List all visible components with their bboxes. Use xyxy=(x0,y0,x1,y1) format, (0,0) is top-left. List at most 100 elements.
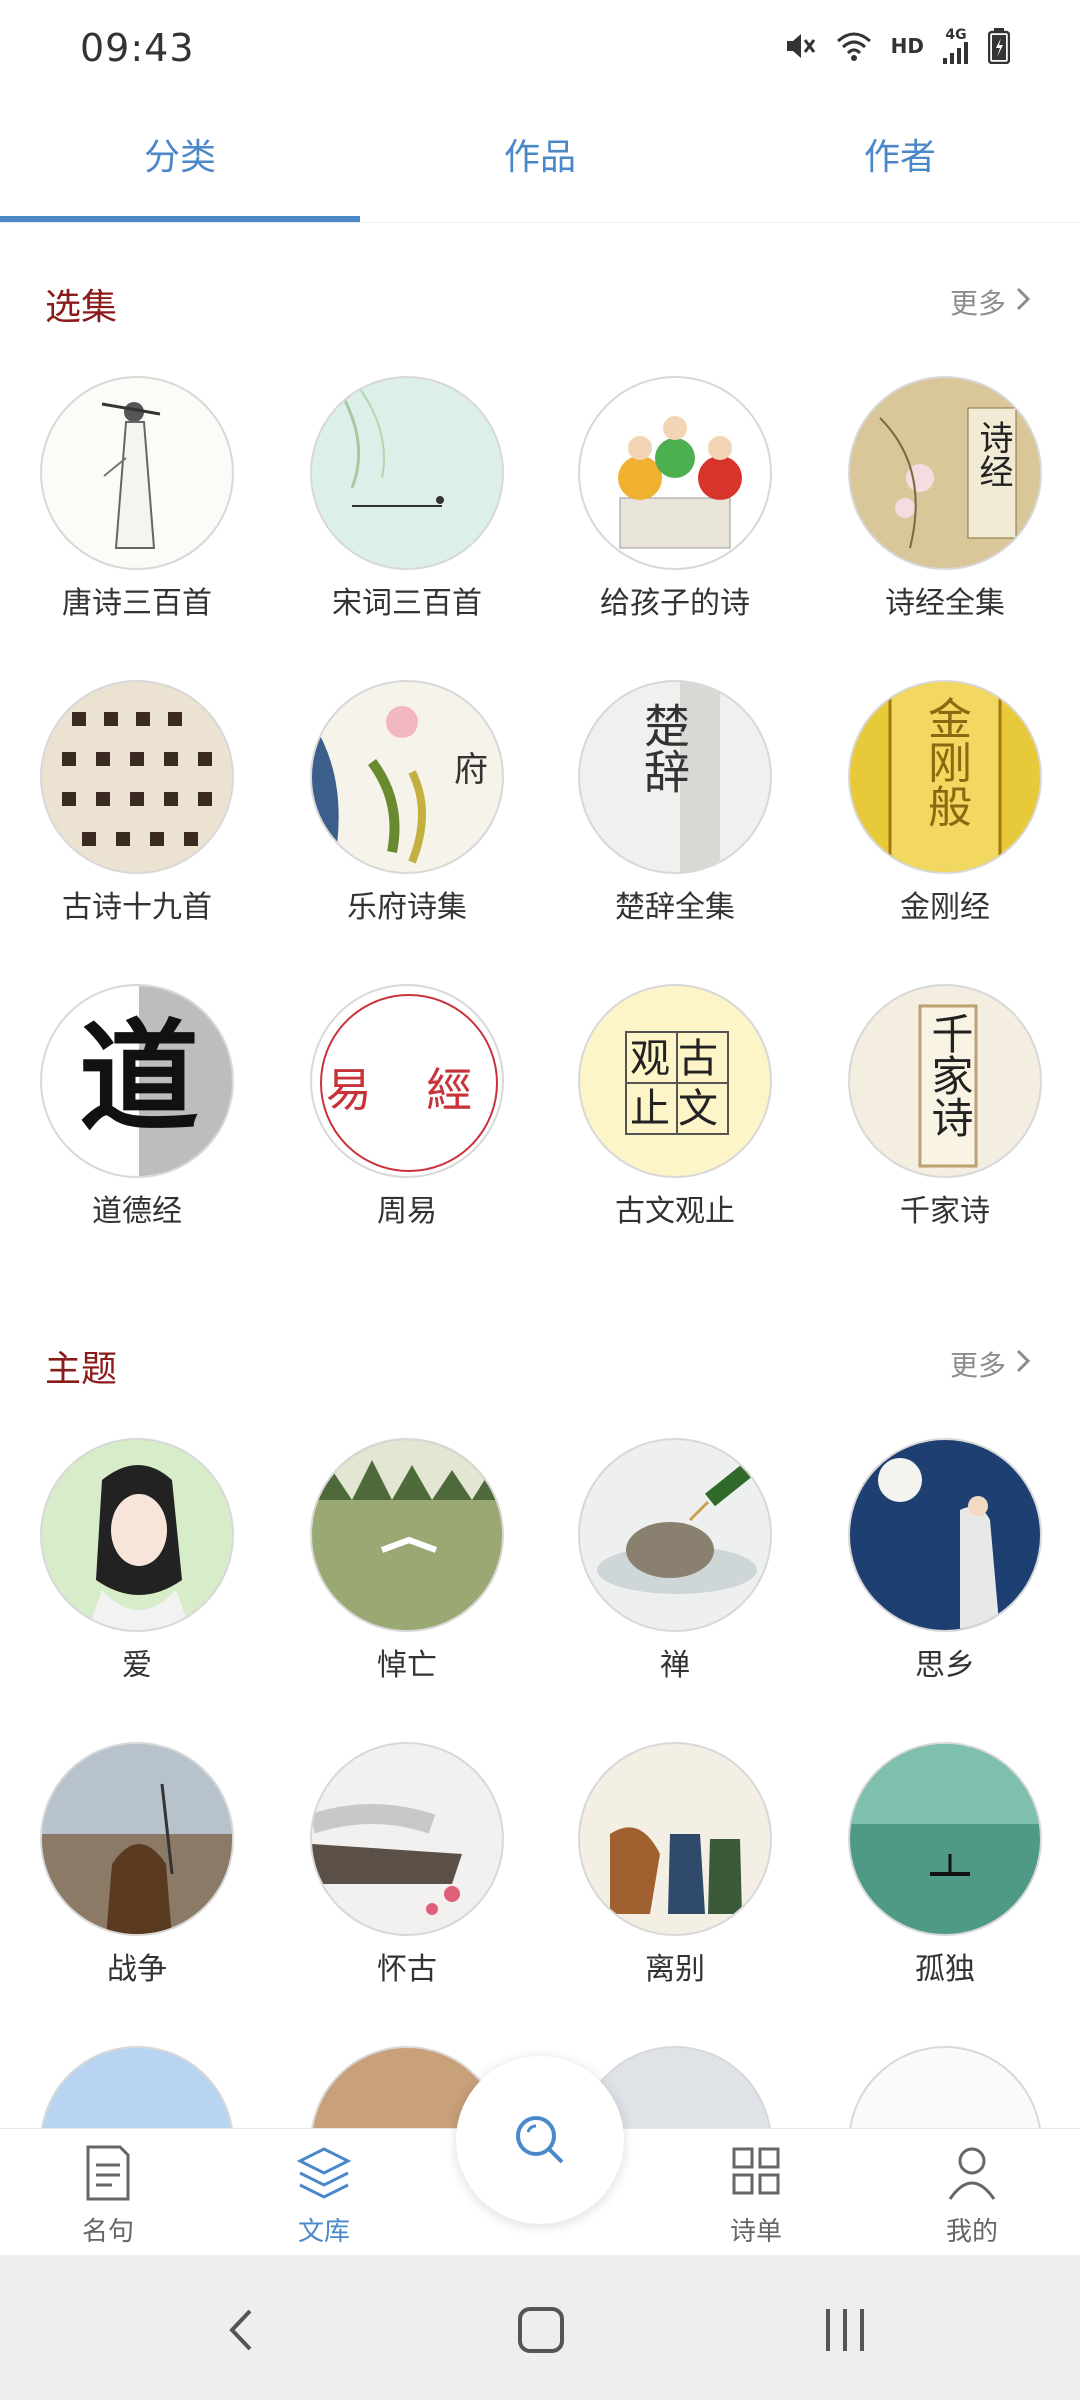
layers-icon xyxy=(296,2147,352,2199)
status-bar: 09:43 HD 4G xyxy=(0,0,1080,100)
item-label: 周易 xyxy=(377,1194,437,1229)
item-label: 怀古 xyxy=(377,1952,437,1987)
anthology-item-yuefu[interactable]: 府 乐府诗集 xyxy=(270,680,544,928)
item-label: 金刚经 xyxy=(900,890,990,925)
nostalgia-cover-image xyxy=(310,1742,504,1936)
nav-item-library[interactable]: 文库 xyxy=(216,2141,432,2248)
more-label: 更多 xyxy=(949,1349,1006,1382)
mute-icon xyxy=(783,29,817,63)
search-icon xyxy=(516,2116,564,2164)
anthology-item-guwen[interactable]: 观古止文 古文观止 xyxy=(538,984,812,1232)
theme-item-zen[interactable]: 禅 xyxy=(538,1438,812,1686)
zhouyi-cover-image: 易 經 xyxy=(310,984,504,1178)
grid-icon xyxy=(732,2147,780,2195)
anthology-item-children[interactable]: 给孩子的诗 xyxy=(538,376,812,624)
zhouyi-title-glyph: 易 經 xyxy=(325,1063,493,1117)
nav-label: 名句 xyxy=(81,2217,134,2247)
wifi-icon xyxy=(835,29,873,63)
qianjia-title-glyph: 千家诗 xyxy=(925,1012,974,1138)
item-label: 给孩子的诗 xyxy=(600,586,750,621)
yuefu-title-glyph: 府 xyxy=(454,750,488,790)
item-label: 道德经 xyxy=(92,1194,182,1229)
anthology-section-title: 选集 xyxy=(45,287,118,328)
loneliness-cover-image xyxy=(848,1742,1042,1936)
item-label: 爱 xyxy=(122,1648,152,1683)
item-label: 禅 xyxy=(660,1648,690,1683)
themes-section-title: 主题 xyxy=(45,1349,118,1390)
daodejing-cover-image: 道 xyxy=(40,984,234,1178)
signal-label: 4G xyxy=(945,27,967,43)
anthology-item-shijing[interactable]: 诗经 诗经全集 xyxy=(808,376,1080,624)
anthology-item-tangshi[interactable]: 唐诗三百首 xyxy=(0,376,274,624)
status-time: 09:43 xyxy=(80,26,195,70)
item-label: 诗经全集 xyxy=(885,586,1005,621)
homesick-cover-image xyxy=(848,1438,1042,1632)
songci-cover-image xyxy=(310,376,504,570)
back-button[interactable] xyxy=(222,2305,262,2359)
nav-item-famous-lines[interactable]: 名句 xyxy=(0,2141,216,2248)
anthology-item-jingang[interactable]: 金刚般 金刚经 xyxy=(808,680,1080,928)
daodejing-title-glyph: 道 xyxy=(79,1007,199,1148)
tab-authors[interactable]: 作者 xyxy=(720,128,1080,180)
back-icon xyxy=(229,2309,252,2351)
theme-item-homesick[interactable]: 思乡 xyxy=(808,1438,1080,1686)
children-cover-image xyxy=(578,376,772,570)
love-cover-image xyxy=(40,1438,234,1632)
person-icon xyxy=(948,2147,996,2200)
home-button[interactable] xyxy=(516,2305,566,2359)
theme-item-loneliness[interactable]: 孤独 xyxy=(808,1742,1080,1990)
anthology-item-zhouyi[interactable]: 易 經 周易 xyxy=(270,984,544,1232)
anthology-item-daodejing[interactable]: 道 道德经 xyxy=(0,984,274,1232)
shijing-title-glyph: 诗经 xyxy=(973,420,1013,488)
item-label: 离别 xyxy=(645,1952,705,1987)
anthology-item-qianjia[interactable]: 千家诗 千家诗 xyxy=(808,984,1080,1232)
anthology-item-chuci[interactable]: 楚辞 楚辞全集 xyxy=(538,680,812,928)
item-label: 悼亡 xyxy=(377,1648,437,1683)
anthology-item-songci[interactable]: 宋词三百首 xyxy=(270,376,544,624)
recents-icon xyxy=(826,2309,864,2351)
recents-button[interactable] xyxy=(820,2305,870,2359)
anthology-item-gushi19[interactable]: 古诗十九首 xyxy=(0,680,274,928)
qianjia-cover-image: 千家诗 xyxy=(848,984,1042,1178)
item-label: 乐府诗集 xyxy=(347,890,467,925)
nav-item-poem-lists[interactable]: 诗单 xyxy=(648,2141,864,2248)
chuci-cover-image: 楚辞 xyxy=(578,680,772,874)
signal-icon: 4G xyxy=(942,28,970,64)
mourning-cover-image xyxy=(310,1438,504,1632)
chevron-right-icon xyxy=(1014,285,1032,320)
item-label: 唐诗三百首 xyxy=(62,586,212,621)
chevron-right-icon xyxy=(1014,1347,1032,1382)
nav-label: 我的 xyxy=(945,2217,998,2247)
item-label: 宋词三百首 xyxy=(332,586,482,621)
nav-label: 文库 xyxy=(297,2217,350,2247)
item-label: 古文观止 xyxy=(615,1194,735,1229)
jingang-title-glyph: 金刚般 xyxy=(920,696,971,828)
search-button[interactable] xyxy=(456,2056,624,2224)
hd-label: HD xyxy=(890,34,924,58)
tab-works[interactable]: 作品 xyxy=(360,128,720,180)
nav-label: 诗单 xyxy=(729,2217,782,2247)
theme-item-love[interactable]: 爱 xyxy=(0,1438,274,1686)
chuci-title-glyph: 楚辞 xyxy=(637,702,691,794)
item-label: 孤独 xyxy=(915,1952,975,1987)
gushi19-cover-image xyxy=(40,680,234,874)
theme-item-war[interactable]: 战争 xyxy=(0,1742,274,1990)
top-tabs: 分类 作品 作者 xyxy=(0,100,1080,223)
active-tab-indicator xyxy=(0,216,360,222)
tab-category[interactable]: 分类 xyxy=(0,128,360,180)
theme-item-mourning[interactable]: 悼亡 xyxy=(270,1438,544,1686)
item-label: 千家诗 xyxy=(900,1194,990,1229)
zen-cover-image xyxy=(578,1438,772,1632)
anthology-more-link[interactable]: 更多 xyxy=(950,282,1032,322)
theme-item-nostalgia[interactable]: 怀古 xyxy=(270,1742,544,1990)
more-label: 更多 xyxy=(949,287,1006,320)
guwen-title-glyph: 观古止文 xyxy=(630,1036,726,1132)
parting-cover-image xyxy=(578,1742,772,1936)
item-label: 思乡 xyxy=(915,1648,975,1683)
themes-more-link[interactable]: 更多 xyxy=(950,1344,1032,1384)
nav-item-mine[interactable]: 我的 xyxy=(864,2141,1080,2248)
war-cover-image xyxy=(40,1742,234,1936)
yuefu-cover-image: 府 xyxy=(310,680,504,874)
theme-item-parting[interactable]: 离别 xyxy=(538,1742,812,1990)
document-icon xyxy=(86,2145,130,2201)
